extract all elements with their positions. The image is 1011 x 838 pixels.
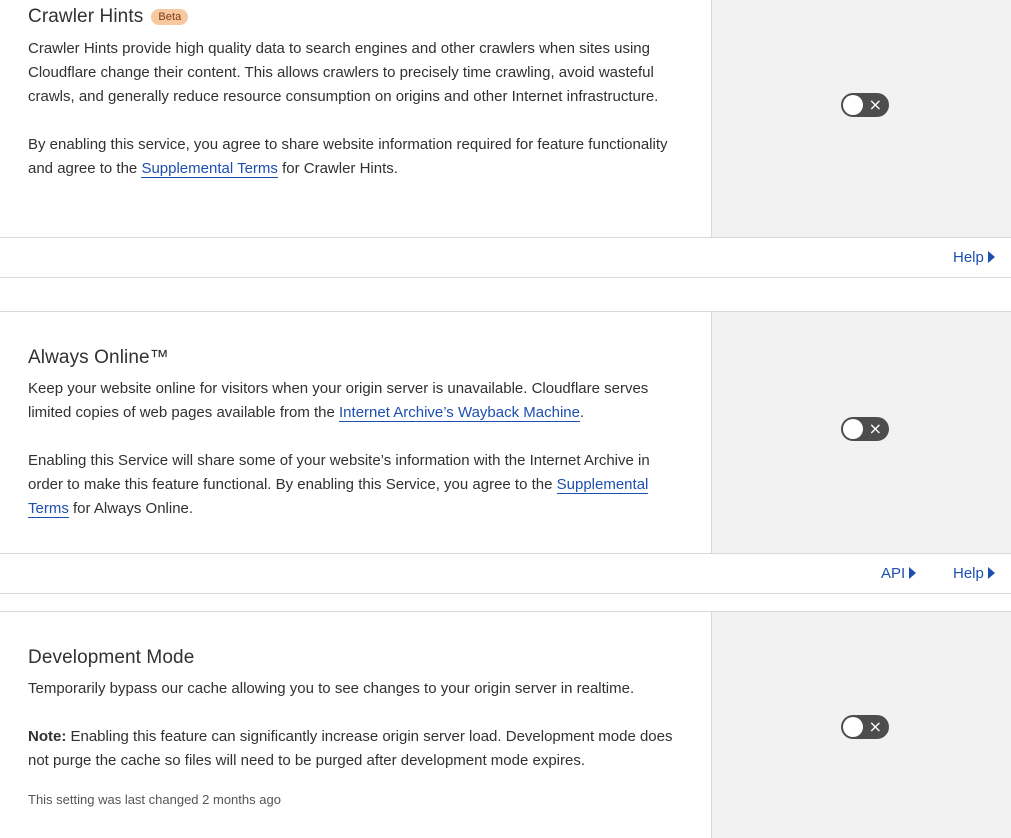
always-online-para2-tail: for Always Online. [68, 500, 194, 517]
crawler-hints-title: Crawler Hints [28, 6, 144, 27]
note-text: Enabling this feature can significantly … [28, 728, 673, 769]
toggle-off-icon: × [868, 419, 882, 438]
crawler-hints-card: Crawler Hints Beta Crawler Hints provide… [0, 0, 1011, 238]
development-mode-para1: Temporarily bypass our cache allowing yo… [28, 680, 635, 697]
crawler-hints-content: Crawler Hints Beta Crawler Hints provide… [0, 0, 711, 238]
crawler-hints-title-row: Crawler Hints Beta [28, 6, 189, 28]
always-online-control-panel: × [711, 312, 1011, 554]
note-label: Note: [28, 728, 67, 745]
wayback-machine-link[interactable]: Internet Archive’s Wayback Machine [339, 404, 580, 422]
development-mode-control-panel: × [711, 612, 1011, 838]
crawler-hints-supplemental-terms-link[interactable]: Supplemental Terms [141, 160, 278, 178]
toggle-off-icon: × [868, 95, 882, 114]
always-online-content: Always Online™ Keep your website online … [0, 312, 711, 554]
help-label: Help [953, 565, 984, 582]
always-online-para1-tail: . [579, 404, 585, 421]
chevron-right-icon [909, 567, 917, 579]
last-changed-text: This setting was last changed 2 months a… [28, 792, 281, 807]
chevron-right-icon [987, 251, 995, 263]
crawler-hints-description: Crawler Hints provide high quality data … [28, 37, 688, 181]
toggle-knob [843, 717, 863, 737]
always-online-description: Keep your website online for visitors wh… [28, 377, 688, 521]
always-online-toggle[interactable]: × [841, 417, 889, 441]
always-online-api-link[interactable]: API [881, 565, 917, 582]
crawler-hints-para1: Crawler Hints provide high quality data … [28, 40, 659, 105]
development-mode-title: Development Mode [28, 647, 195, 668]
always-online-para2: Enabling this Service will share some of… [28, 449, 688, 521]
development-mode-card: Development Mode Temporarily bypass our … [0, 612, 1011, 838]
development-mode-toggle[interactable]: × [841, 715, 889, 739]
chevron-right-icon [987, 567, 995, 579]
always-online-card: Always Online™ Keep your website online … [0, 312, 1011, 554]
help-label: Help [953, 249, 984, 266]
crawler-hints-footer: Help [0, 237, 1011, 278]
always-online-title: Always Online™ [28, 347, 169, 368]
development-mode-content: Development Mode Temporarily bypass our … [0, 612, 711, 838]
toggle-knob [843, 95, 863, 115]
toggle-knob [843, 419, 863, 439]
crawler-hints-help-link[interactable]: Help [953, 249, 995, 266]
always-online-para1: Keep your website online for visitors wh… [28, 377, 688, 425]
crawler-hints-toggle[interactable]: × [841, 93, 889, 117]
beta-badge: Beta [151, 9, 189, 25]
api-label: API [881, 565, 906, 582]
crawler-hints-control-panel: × [711, 0, 1011, 238]
development-mode-note: Note: Enabling this feature can signific… [28, 725, 688, 773]
crawler-hints-para2: By enabling this service, you agree to s… [28, 133, 688, 181]
crawler-hints-para2-tail: for Crawler Hints. [277, 160, 398, 177]
toggle-off-icon: × [868, 717, 882, 736]
development-mode-description: Temporarily bypass our cache allowing yo… [28, 677, 688, 812]
always-online-help-link[interactable]: Help [953, 565, 995, 582]
always-online-footer: API Help [0, 553, 1011, 594]
